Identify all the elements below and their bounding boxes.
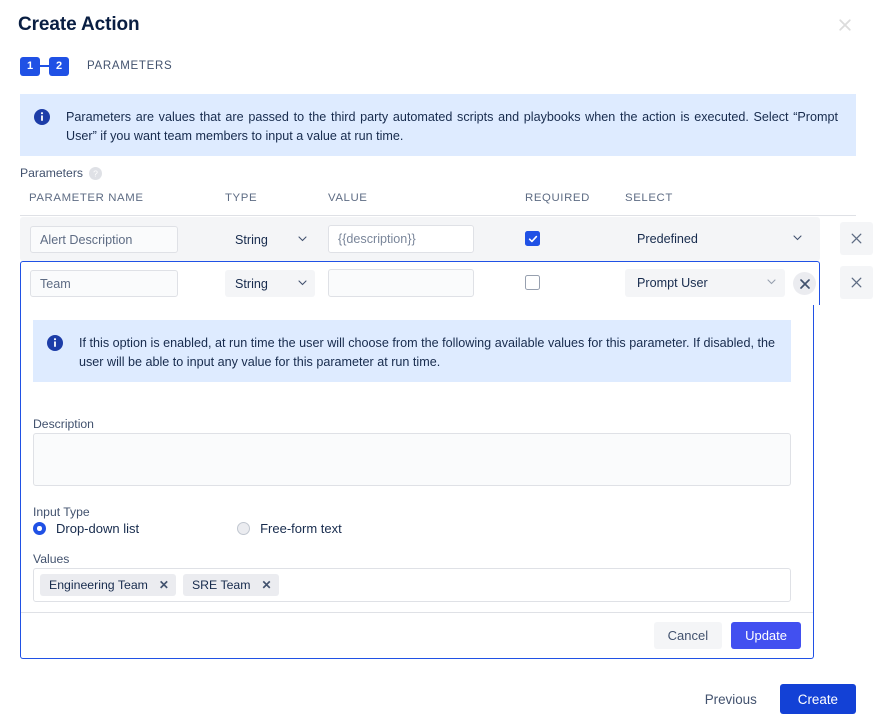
remove-parameter-button[interactable]: [840, 222, 873, 255]
create-button[interactable]: Create: [779, 684, 856, 714]
remove-parameter-button[interactable]: [840, 266, 873, 299]
parameter-name-input[interactable]: [30, 226, 178, 253]
parameter-type-value: String: [235, 232, 268, 247]
parameter-select-value: Predefined: [637, 232, 698, 246]
parameter-value-input[interactable]: [328, 269, 474, 297]
value-chip-label: SRE Team: [191, 578, 251, 592]
clear-select-button[interactable]: [793, 272, 816, 295]
page-title: Create Action: [18, 14, 140, 35]
panel-footer: Cancel Update: [21, 612, 813, 658]
previous-button[interactable]: Previous: [691, 684, 771, 714]
column-header-required: REQUIRED: [525, 192, 590, 204]
input-type-label: Input Type: [33, 505, 90, 519]
parameter-select-dropdown[interactable]: Predefined: [625, 225, 811, 253]
parameter-required-checkbox[interactable]: [525, 231, 541, 247]
description-label: Description: [33, 417, 94, 431]
info-icon: [34, 109, 50, 125]
close-icon[interactable]: ✕: [159, 579, 169, 591]
parameter-value-input[interactable]: [328, 225, 474, 253]
update-button[interactable]: Update: [731, 622, 801, 649]
parameter-select-value: Prompt User: [637, 276, 708, 290]
radio-dot-selected: [33, 522, 46, 535]
chevron-down-icon: [766, 274, 777, 292]
create-action-dialog: Create Action 1 2 PARAMETERS Parameters …: [0, 0, 876, 727]
close-icon[interactable]: ✕: [262, 579, 272, 591]
info-banner-text: If this option is enabled, at run time t…: [79, 336, 775, 369]
dialog-footer: Previous Create: [691, 684, 856, 714]
values-label: Values: [33, 552, 70, 566]
parameters-table-header: PARAMETER NAME TYPE VALUE REQUIRED SELEC…: [20, 192, 856, 216]
info-icon: [47, 335, 63, 351]
chevron-down-icon: [297, 231, 308, 249]
info-banner-text: Parameters are values that are passed to…: [66, 110, 838, 143]
parameter-type-select[interactable]: String: [225, 226, 315, 253]
checkbox-box: [525, 275, 540, 290]
step-current-label: PARAMETERS: [87, 60, 173, 72]
parameter-details-panel: If this option is enabled, at run time t…: [20, 305, 814, 659]
close-icon[interactable]: [834, 14, 856, 36]
radio-dot-unselected: [237, 522, 251, 535]
description-textarea[interactable]: [33, 433, 791, 486]
chevron-down-icon: [792, 230, 803, 248]
column-header-parameter-name: PARAMETER NAME: [29, 192, 144, 204]
parameters-section-header: Parameters ?: [20, 166, 102, 180]
column-header-type: TYPE: [225, 192, 258, 204]
input-type-radio-group: Drop-down list Free-form text: [33, 521, 342, 536]
parameter-select-dropdown[interactable]: Prompt User: [625, 269, 785, 297]
cancel-button[interactable]: Cancel: [653, 622, 723, 649]
chevron-down-icon: [297, 275, 308, 293]
parameters-label: Parameters: [20, 166, 83, 180]
table-row: String Prompt User: [20, 261, 876, 305]
info-banner-parameters: Parameters are values that are passed to…: [20, 94, 856, 156]
step-connector: [40, 65, 49, 67]
column-header-select: SELECT: [625, 192, 673, 204]
radio-label: Drop-down list: [56, 521, 140, 536]
values-input[interactable]: Engineering Team ✕ SRE Team ✕: [33, 568, 791, 602]
step-2-chip[interactable]: 2: [49, 56, 69, 76]
column-header-value: VALUE: [328, 192, 368, 204]
table-row: String Predefined: [20, 217, 876, 261]
step-1-chip[interactable]: 1: [20, 56, 40, 76]
parameter-name-input[interactable]: [30, 270, 178, 297]
parameter-required-checkbox[interactable]: [525, 275, 541, 291]
value-chip: Engineering Team ✕: [40, 574, 176, 596]
radio-drop-down-list[interactable]: Drop-down list: [33, 521, 139, 536]
parameter-type-value: String: [235, 276, 268, 291]
radio-label: Free-form text: [260, 521, 342, 536]
info-banner-prompt-user: If this option is enabled, at run time t…: [33, 320, 791, 382]
checkbox-box: [525, 231, 540, 246]
help-icon[interactable]: ?: [89, 166, 102, 180]
radio-free-form-text[interactable]: Free-form text: [237, 521, 342, 536]
parameter-type-select[interactable]: String: [225, 270, 315, 297]
value-chip-label: Engineering Team: [49, 578, 148, 592]
step-indicator: 1 2 PARAMETERS: [20, 56, 172, 76]
value-chip: SRE Team ✕: [182, 574, 279, 596]
svg-text:?: ?: [93, 168, 98, 178]
